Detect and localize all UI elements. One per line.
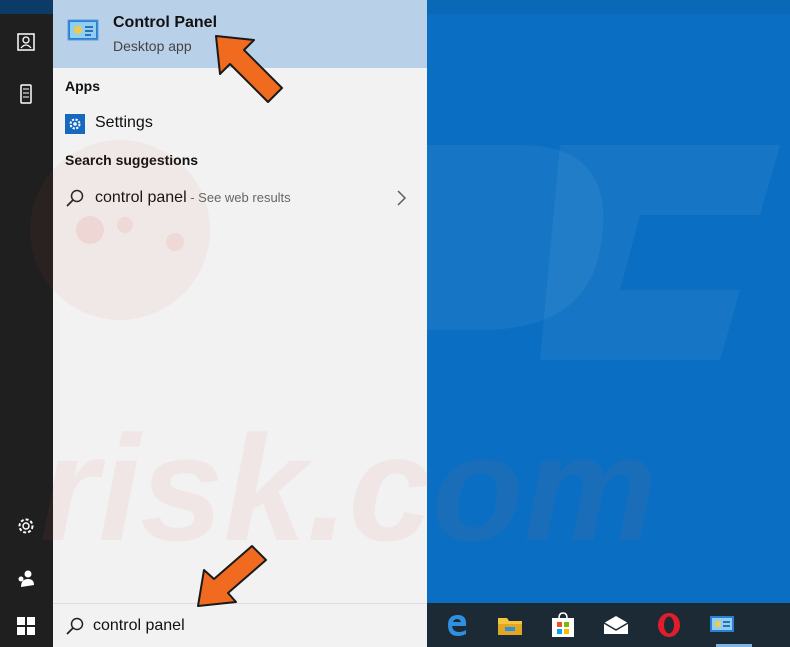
taskbar bbox=[427, 603, 790, 647]
file-explorer-icon[interactable] bbox=[495, 611, 525, 639]
best-match-title: Control Panel bbox=[113, 14, 218, 31]
pointer-arrow-search-box bbox=[197, 545, 267, 607]
suggestion-text: control panel - See web results bbox=[95, 189, 291, 207]
apps-section-heading: Apps bbox=[65, 78, 100, 94]
opera-icon[interactable] bbox=[654, 611, 684, 639]
mail-icon[interactable] bbox=[601, 611, 631, 639]
desktop-background bbox=[427, 0, 790, 603]
best-match-subtitle: Desktop app bbox=[113, 38, 192, 54]
control-panel-taskbar-icon[interactable] bbox=[707, 611, 737, 639]
start-menu-rail bbox=[0, 0, 53, 647]
chevron-right-icon[interactable] bbox=[393, 188, 409, 208]
search-input[interactable] bbox=[93, 612, 393, 640]
suggestion-query: control panel bbox=[95, 189, 187, 206]
control-panel-icon bbox=[67, 19, 99, 41]
edge-icon[interactable] bbox=[442, 611, 472, 639]
rail-top-strip bbox=[0, 0, 53, 14]
desktop-top-strip bbox=[427, 0, 790, 14]
settings-app-icon bbox=[65, 114, 85, 134]
windows-logo-icon[interactable] bbox=[14, 614, 38, 638]
phone-icon[interactable] bbox=[14, 82, 38, 106]
search-box-icon bbox=[66, 617, 84, 635]
settings-gear-icon[interactable] bbox=[14, 514, 38, 538]
user-card-icon[interactable] bbox=[14, 30, 38, 54]
people-icon[interactable] bbox=[14, 566, 38, 590]
store-icon[interactable] bbox=[548, 611, 578, 639]
search-suggestions-heading: Search suggestions bbox=[65, 152, 199, 168]
suggestion-hint: - See web results bbox=[186, 190, 291, 205]
settings-app-result[interactable]: Settings bbox=[53, 108, 427, 140]
settings-app-label: Settings bbox=[95, 114, 153, 131]
search-icon bbox=[66, 189, 84, 207]
web-suggestion-result[interactable]: control panel - See web results bbox=[53, 182, 427, 214]
pointer-arrow-control-panel bbox=[215, 35, 283, 103]
